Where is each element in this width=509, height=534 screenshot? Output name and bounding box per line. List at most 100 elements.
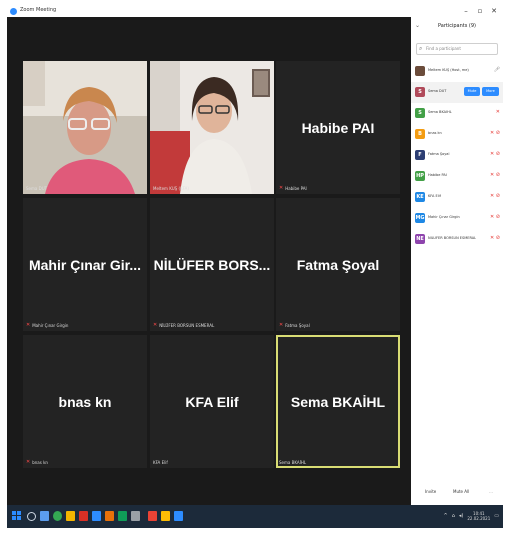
participant-row[interactable]: KE KFA Elif ✕ ⊘ (411, 187, 503, 208)
mic-muted-icon: ✕ (26, 322, 31, 328)
participant-row-name: Meltem KUŞ (Host, me) (428, 68, 469, 72)
participant-row[interactable]: S Sema BKAİHL ✕ (411, 103, 503, 124)
participant-video (150, 61, 274, 194)
zoom-app-icon (10, 8, 17, 15)
app-icon[interactable] (79, 511, 88, 521)
mute-button[interactable]: Mute (464, 87, 480, 96)
tile-name-tag: ✕ Fatma Şoyal (279, 322, 310, 328)
invite-button[interactable]: Invite (425, 489, 436, 494)
participant-row-name: Habibe PAI (428, 173, 447, 177)
video-tile[interactable]: Mahir Çınar Gir... ✕ Mahir Çınar Girgin (23, 198, 147, 331)
avatar: NE (415, 234, 425, 244)
mic-muted-icon[interactable]: ✕ (496, 109, 500, 115)
tile-name-tag: ✕ bnas kn (26, 459, 48, 465)
mic-muted-icon[interactable]: ✕ ⊘ (490, 235, 500, 241)
panel-header: ⌄ Participants (9) (411, 17, 503, 39)
participant-row-name: NİLÜFER BORSUN ESMERAL (428, 236, 476, 240)
chrome-icon[interactable] (53, 511, 62, 521)
tile-name-tag: KFA Elif (153, 460, 168, 465)
app-icon[interactable] (131, 511, 140, 521)
more-button[interactable]: More (482, 87, 499, 96)
participant-name: bnas kn (58, 393, 112, 410)
chevron-up-icon[interactable]: ^ (444, 513, 448, 519)
participant-name: Habibe PAI (301, 119, 375, 136)
mic-muted-icon[interactable]: ✕ ⊘ (490, 172, 500, 178)
video-tile[interactable]: bnas kn ✕ bnas kn (23, 335, 147, 468)
participant-row-name: KFA Elif (428, 194, 441, 198)
mute-all-button[interactable]: Mute All (453, 489, 469, 494)
panel-footer: Invite Mute All … (411, 481, 503, 505)
app-icon[interactable] (161, 511, 170, 521)
avatar: F (415, 150, 425, 160)
tile-name-tag: Sema DUT (26, 186, 48, 191)
maximize-icon[interactable]: ▫ (473, 6, 487, 17)
participant-name: Sema BKAİHL (290, 393, 386, 410)
participant-row-name: Fatma Şoyal (428, 152, 450, 156)
app-icon[interactable] (92, 511, 101, 521)
avatar (415, 66, 425, 76)
mic-muted-icon[interactable]: ✕ ⊘ (490, 214, 500, 220)
avatar: KE (415, 192, 425, 202)
video-tile[interactable]: Habibe PAI ✕ Habibe PAI (276, 61, 400, 194)
tile-name-tag: Sema BKAİHL (279, 460, 307, 465)
video-tile[interactable]: Fatma Şoyal ✕ Fatma Şoyal (276, 198, 400, 331)
app-icon[interactable] (105, 511, 114, 521)
app-icon[interactable] (118, 511, 127, 521)
participant-name: KFA Elif (185, 393, 239, 410)
video-tile-active-speaker[interactable]: Sema BKAİHL Sema BKAİHL (276, 335, 400, 468)
search-icon[interactable] (27, 512, 36, 521)
zoom-window: Zoom Meeting – ▫ ✕ Sema DUT Meltem KUŞ (… (7, 6, 503, 528)
participant-search-input[interactable]: ⌕ Find a participant (416, 43, 498, 55)
mic-muted-icon: ✕ (153, 322, 158, 328)
panel-title: Participants (9) (437, 23, 477, 29)
avatar: S (415, 87, 425, 97)
participant-row-name: Sema DUT (428, 89, 447, 93)
participant-video (23, 61, 147, 194)
video-gallery: Sema DUT Meltem KUŞ (KFA) Habibe PAI ✕ Ha… (7, 17, 411, 505)
participant-row[interactable]: S Sema DUT Mute More (411, 82, 503, 103)
participant-row[interactable]: F Fatma Şoyal ✕ ⊘ (411, 145, 503, 166)
avatar: S (415, 108, 425, 118)
windows-start-icon[interactable] (12, 511, 21, 520)
participant-row[interactable]: Meltem KUŞ (Host, me) 🎤︎ (411, 61, 503, 82)
search-icon: ⌕ (419, 45, 423, 52)
participants-panel: ⌄ Participants (9) ⌕ Find a participant … (411, 17, 503, 505)
mic-icon[interactable]: 🎤︎ (494, 67, 500, 73)
participant-list: Meltem KUŞ (Host, me) 🎤︎ S Sema DUT Mute… (411, 61, 503, 250)
avatar: B (415, 129, 425, 139)
mic-muted-icon: ✕ (26, 459, 31, 465)
mic-muted-icon[interactable]: ✕ ⊘ (490, 193, 500, 199)
participant-row[interactable]: NE NİLÜFER BORSUN ESMERAL ✕ ⊘ (411, 229, 503, 250)
avatar: HP (415, 171, 425, 181)
mic-muted-icon: ✕ (279, 322, 284, 328)
participant-row[interactable]: B bnas kn ✕ ⊘ (411, 124, 503, 145)
video-tile[interactable]: KFA Elif KFA Elif (150, 335, 274, 468)
task-view-icon[interactable] (40, 511, 49, 521)
file-explorer-icon[interactable] (66, 511, 75, 521)
participant-row-name: Sema BKAİHL (428, 110, 452, 114)
window-title: Zoom Meeting (20, 7, 57, 13)
app-icon[interactable] (148, 511, 157, 521)
clock[interactable]: 10:41 22.02.2021 (467, 511, 490, 521)
participant-row[interactable]: HP Habibe PAI ✕ ⊘ (411, 166, 503, 187)
video-tile[interactable]: NİLÜFER BORS... ✕ NİLÜFER BORSUN ESMERAL (150, 198, 274, 331)
tile-name-tag: ✕ Habibe PAI (279, 185, 307, 191)
tile-name-tag: Meltem KUŞ (KFA) (153, 186, 189, 191)
participant-name: Fatma Şoyal (296, 256, 380, 273)
windows-taskbar: ^ ⌂ ◂) 10:41 22.02.2021 ▭ (7, 505, 503, 528)
network-icon[interactable]: ⌂ (452, 513, 455, 519)
minimize-icon[interactable]: – (459, 6, 473, 17)
participant-name: NİLÜFER BORS... (153, 256, 271, 273)
notification-icon[interactable]: ▭ (494, 513, 499, 519)
mic-muted-icon[interactable]: ✕ ⊘ (490, 130, 500, 136)
close-icon[interactable]: ✕ (487, 6, 501, 17)
participant-name: Mahir Çınar Gir... (28, 256, 142, 273)
video-tile[interactable]: Sema DUT (23, 61, 147, 194)
video-tile[interactable]: Meltem KUŞ (KFA) (150, 61, 274, 194)
participant-row[interactable]: MG Mahir Çınar Girgin ✕ ⊘ (411, 208, 503, 229)
mic-muted-icon[interactable]: ✕ ⊘ (490, 151, 500, 157)
zoom-taskbar-icon[interactable] (174, 511, 183, 521)
more-icon[interactable]: … (489, 489, 493, 494)
volume-icon[interactable]: ◂) (459, 513, 463, 519)
avatar: MG (415, 213, 425, 223)
